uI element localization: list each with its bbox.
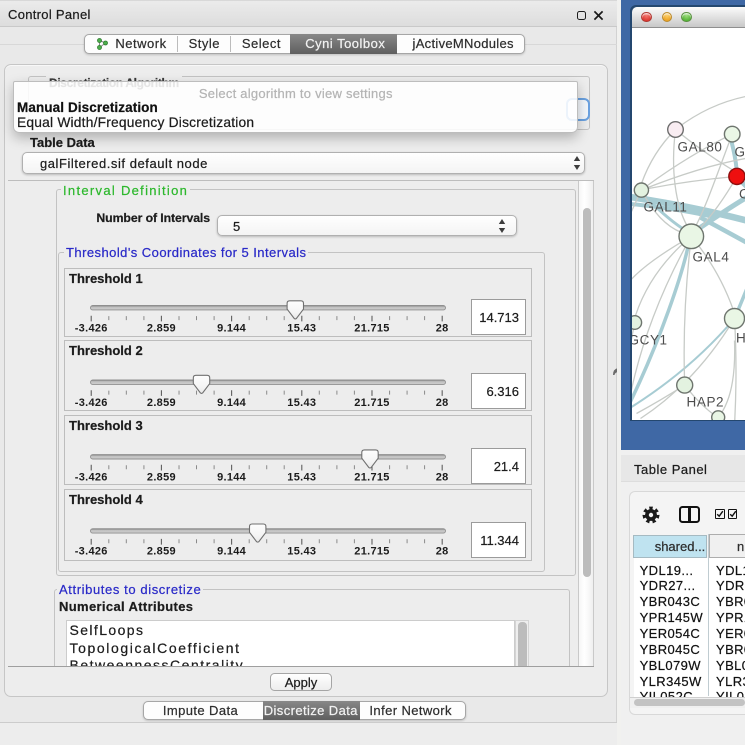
svg-text:9.144: 9.144 [217, 545, 247, 557]
svg-text:-3.426: -3.426 [74, 545, 107, 557]
svg-text:9.144: 9.144 [217, 396, 247, 408]
svg-text:21.715: 21.715 [354, 396, 389, 408]
svg-text:15.43: 15.43 [287, 471, 316, 483]
svg-text:2.859: 2.859 [146, 396, 175, 408]
svg-text:28: 28 [435, 545, 448, 557]
svg-text:-3.426: -3.426 [74, 471, 107, 483]
svg-text:21.715: 21.715 [354, 322, 389, 334]
svg-text:-3.426: -3.426 [74, 322, 107, 334]
svg-text:GAL11: GAL11 [643, 199, 687, 214]
svg-text:21.715: 21.715 [354, 471, 389, 483]
svg-text:2.859: 2.859 [146, 545, 175, 557]
svg-text:28: 28 [435, 396, 448, 408]
svg-text:GAL4: GAL4 [692, 249, 729, 264]
svg-text:28: 28 [435, 322, 448, 334]
svg-text:2.859: 2.859 [146, 322, 175, 334]
svg-text:9.144: 9.144 [217, 322, 247, 334]
svg-text:15.43: 15.43 [287, 396, 316, 408]
svg-text:21.715: 21.715 [354, 545, 389, 557]
svg-text:HAP2: HAP2 [686, 394, 724, 409]
svg-text:15.43: 15.43 [287, 545, 316, 557]
svg-text:-3.426: -3.426 [74, 396, 107, 408]
svg-text:15.43: 15.43 [287, 322, 316, 334]
svg-text:H: H [736, 330, 745, 345]
svg-text:28: 28 [435, 471, 448, 483]
svg-text:GAL80: GAL80 [677, 139, 722, 154]
svg-text:2.859: 2.859 [146, 471, 175, 483]
svg-text:GA: GA [734, 144, 745, 159]
svg-text:C: C [739, 186, 745, 201]
svg-text:GCY1: GCY1 [632, 332, 668, 347]
svg-text:9.144: 9.144 [217, 471, 247, 483]
